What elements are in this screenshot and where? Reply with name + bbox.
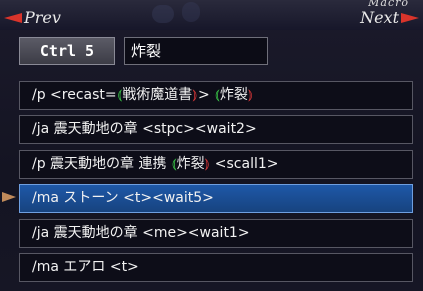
macro-line-3[interactable]: /p 震天動地の章 連携 ⦅炸裂⦆ <scall1> bbox=[19, 150, 413, 179]
macro-line-5[interactable]: /ja 震天動地の章 <me><wait1> bbox=[19, 219, 413, 248]
macro-line-4[interactable]: /ma ストーン <t><wait5> bbox=[19, 184, 413, 213]
autotranslate-text: 戦術魔道書 bbox=[122, 87, 193, 103]
autotranslate-text: 炸裂 bbox=[176, 156, 205, 172]
autotranslate-phrase: ⦅炸裂⦆ bbox=[214, 82, 253, 109]
autotranslate-close-icon: ⦆ bbox=[247, 87, 253, 103]
autotranslate-phrase: ⦅炸裂⦆ bbox=[171, 151, 210, 178]
autotranslate-close-icon: ⦆ bbox=[204, 156, 210, 172]
macro-slot-button[interactable]: Ctrl 5 bbox=[19, 37, 115, 65]
macro-line-1[interactable]: /p <recast=⦅戦術魔道書⦆> ⦅炸裂⦆ bbox=[19, 81, 413, 110]
macro-line-text: /ma ストーン <t><wait5> bbox=[32, 190, 214, 206]
arrow-right-icon bbox=[401, 12, 419, 23]
party-member-icon bbox=[182, 2, 200, 22]
autotranslate-phrase: ⦅戦術魔道書⦆ bbox=[117, 82, 198, 109]
macro-line-2[interactable]: /ja 震天動地の章 <stpc><wait2> bbox=[19, 115, 413, 144]
macro-line-text: /p 震天動地の章 連携 bbox=[32, 156, 171, 172]
macro-line-text: /ma エアロ <t> bbox=[32, 259, 139, 275]
next-label: Next bbox=[360, 8, 399, 27]
next-button[interactable]: Next bbox=[360, 8, 419, 27]
arrow-left-icon bbox=[4, 12, 22, 23]
prev-label: Prev bbox=[24, 8, 61, 27]
selection-cursor-icon bbox=[2, 192, 16, 202]
macro-line-text: /ja 震天動地の章 <stpc><wait2> bbox=[32, 121, 257, 137]
macro-line-6[interactable]: /ma エアロ <t> bbox=[19, 253, 413, 282]
macro-line-text: /p <recast= bbox=[32, 87, 117, 103]
autotranslate-close-icon: ⦆ bbox=[192, 87, 197, 103]
autotranslate-text: 炸裂 bbox=[219, 87, 248, 103]
macro-line-text: <scall1> bbox=[210, 156, 279, 172]
macro-line-text: /ja 震天動地の章 <me><wait1> bbox=[32, 225, 250, 241]
macro-name-field[interactable]: 炸裂 bbox=[124, 37, 268, 65]
party-member-icon bbox=[152, 5, 174, 23]
prev-button[interactable]: Prev bbox=[4, 8, 61, 27]
macro-line-text: > bbox=[197, 87, 215, 103]
background-party-icons bbox=[150, 2, 216, 32]
